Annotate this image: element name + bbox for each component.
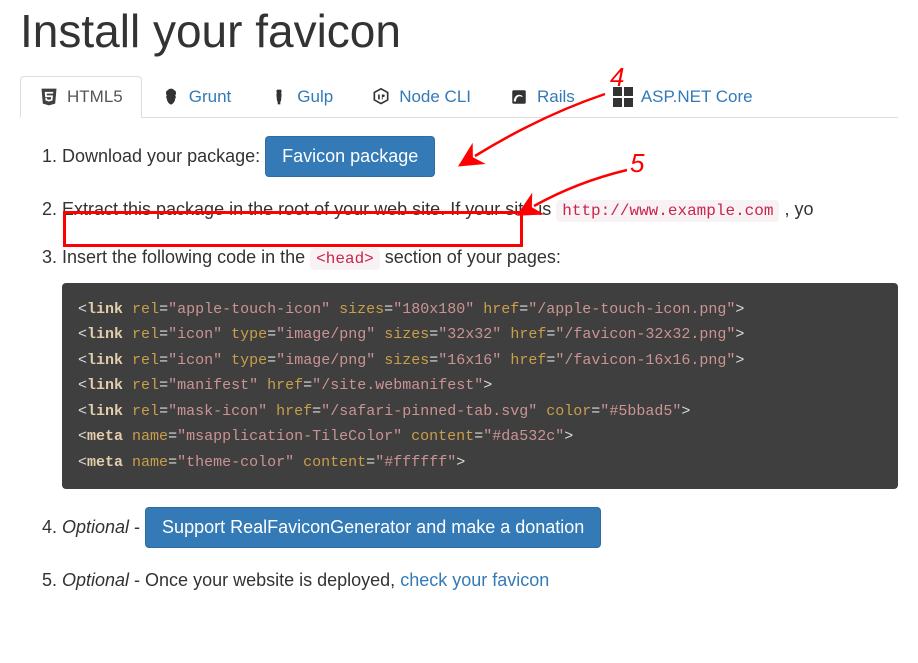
head-code-block: <link rel="apple-touch-icon" sizes="180x…: [62, 283, 898, 490]
windows-icon: [613, 87, 633, 107]
tab-label: Grunt: [189, 87, 232, 107]
donate-button[interactable]: Support RealFaviconGenerator and make a …: [145, 507, 601, 548]
tab-rails[interactable]: Rails: [490, 76, 594, 117]
install-steps: Download your package: Favicon package E…: [20, 136, 898, 595]
tab-node-cli[interactable]: Node CLI: [352, 76, 490, 117]
step-download: Download your package: Favicon package: [62, 136, 898, 177]
grunt-icon: [161, 87, 181, 107]
example-url: http://www.example.com: [556, 200, 779, 222]
gulp-icon: [269, 87, 289, 107]
tech-tabs: HTML5 Grunt Gulp Node CLI Rails ASP.NET …: [20, 76, 898, 118]
step-text: , yo: [779, 199, 813, 219]
tab-label: ASP.NET Core: [641, 87, 753, 107]
step-extract: Extract this package in the root of your…: [62, 195, 898, 225]
nodejs-icon: [371, 87, 391, 107]
step-check: Optional - Once your website is deployed…: [62, 566, 898, 595]
page-title: Install your favicon: [20, 0, 898, 58]
tab-label: Gulp: [297, 87, 333, 107]
step-insert-code: Insert the following code in the <head> …: [62, 243, 898, 489]
step-text: -: [129, 517, 145, 537]
tab-html5[interactable]: HTML5: [20, 76, 142, 118]
tab-label: Node CLI: [399, 87, 471, 107]
optional-label: Optional: [62, 517, 129, 537]
tab-label: HTML5: [67, 87, 123, 107]
optional-label: Optional: [62, 570, 129, 590]
tab-aspnet[interactable]: ASP.NET Core: [594, 76, 772, 117]
html5-icon: [39, 87, 59, 107]
tab-grunt[interactable]: Grunt: [142, 76, 251, 117]
step-text: If your site is: [445, 199, 556, 219]
favicon-package-button[interactable]: Favicon package: [265, 136, 435, 177]
check-favicon-link[interactable]: check your favicon: [400, 570, 549, 590]
tab-label: Rails: [537, 87, 575, 107]
head-tag-code: <head>: [310, 248, 380, 270]
rails-icon: [509, 87, 529, 107]
extract-text: Extract this package in the root of your…: [62, 199, 445, 219]
step-text: section of your pages:: [380, 247, 561, 267]
step-text: - Once your website is deployed,: [129, 570, 400, 590]
step-text: Insert the following code in the: [62, 247, 310, 267]
step-donate: Optional - Support RealFaviconGenerator …: [62, 507, 898, 548]
step-text: Download your package:: [62, 146, 260, 166]
tab-gulp[interactable]: Gulp: [250, 76, 352, 117]
